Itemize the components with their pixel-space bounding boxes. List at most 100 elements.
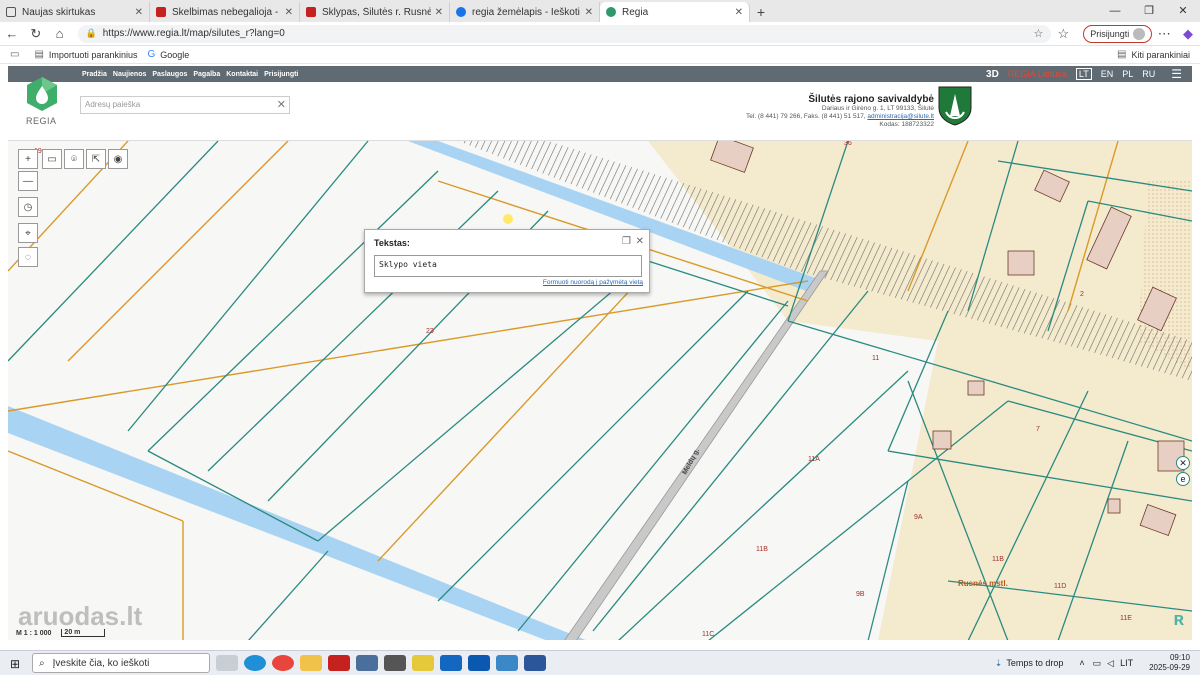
pin-icon[interactable]: ⌾ xyxy=(64,149,84,169)
history-icon[interactable]: ◷ xyxy=(18,197,38,217)
regia-icon xyxy=(606,7,616,17)
tab-2[interactable]: Sklypas, Šilutės r. Rusnės mstl. La✕ xyxy=(300,2,450,22)
maximize-icon[interactable]: ❐ xyxy=(622,236,631,247)
popup-textarea[interactable]: Sklypo vieta xyxy=(374,255,642,277)
url-field[interactable]: 🔒 https://www.regia.lt/map/silutes_r?lan… xyxy=(77,24,1052,43)
tab-1[interactable]: Skelbimas nebegalioja - laikospre✕ xyxy=(150,2,300,22)
calculator-icon[interactable] xyxy=(384,655,406,671)
taskview-icon[interactable] xyxy=(216,655,238,671)
info-icon[interactable]: e xyxy=(1176,472,1190,486)
zoom-out-button[interactable]: — xyxy=(18,171,38,191)
network-icon[interactable]: ▭ xyxy=(1093,658,1102,669)
lasso-icon[interactable]: ◌ xyxy=(18,247,38,267)
menu-icon[interactable]: ☰ xyxy=(1171,67,1182,81)
lock-icon[interactable]: 🔒 xyxy=(86,28,97,39)
measure-icon[interactable]: ▭ xyxy=(42,149,62,169)
close-icon[interactable]: ✕ xyxy=(636,236,644,247)
tab-0[interactable]: Naujas skirtukas ✕ xyxy=(0,2,150,22)
explorer-icon[interactable] xyxy=(300,655,322,671)
locate-icon[interactable]: ⌖ xyxy=(18,223,38,243)
copilot-icon[interactable]: ◆ xyxy=(1176,26,1200,42)
signin-button[interactable]: Prisijungti xyxy=(1083,24,1153,43)
email-link[interactable]: administracija@silute.lt xyxy=(867,113,934,120)
close-icon[interactable]: ✕ xyxy=(735,7,743,18)
nav-naujienos[interactable]: Naujienos xyxy=(113,71,146,78)
tray-arrow-icon[interactable]: ˄ xyxy=(1079,658,1084,668)
outlook-icon[interactable] xyxy=(440,655,462,671)
nav-prisijungti[interactable]: Prisijungti xyxy=(264,71,298,78)
outlook-classic-icon[interactable] xyxy=(468,655,490,671)
close-window-icon[interactable]: ✕ xyxy=(1166,0,1200,22)
reload-icon[interactable]: ↻ xyxy=(24,26,48,42)
lang-pl[interactable]: PL xyxy=(1122,69,1133,79)
map-scale: M 1 : 1 000 20 m xyxy=(16,629,106,637)
weather-icon[interactable]: ⇣ xyxy=(995,658,1003,669)
place-label: Rusnės mstl. xyxy=(958,579,1008,588)
lang-ru[interactable]: RU xyxy=(1142,69,1155,79)
municipality-info: Šilutės rajono savivaldybė Dariaus ir Gi… xyxy=(746,94,934,128)
nav-paslaugos[interactable]: Paslaugos xyxy=(152,71,187,78)
more-icon[interactable]: ⋯ xyxy=(1152,26,1176,42)
maximize-icon[interactable]: ❐ xyxy=(1132,0,1166,22)
zoom-in-button[interactable]: + xyxy=(18,149,38,169)
address-bar: ← ↻ ⌂ 🔒 https://www.regia.lt/map/silutes… xyxy=(0,22,1200,46)
map-canvas[interactable]: 23 11 11A 9A 11B 11B 11D 9B 11E 11C 7 2 … xyxy=(8,140,1192,640)
chrome-icon[interactable] xyxy=(272,655,294,671)
bookmark-import[interactable]: ▤ Importuoti parankinius xyxy=(34,49,137,60)
parcel-label: 11B xyxy=(756,546,768,553)
close-icon[interactable]: ✕ xyxy=(585,7,593,18)
close-icon[interactable]: ✕ xyxy=(135,7,143,18)
tab-3[interactable]: regia žemėlapis - Ieškoti ✕ xyxy=(450,2,600,22)
crest-icon xyxy=(938,86,972,126)
3d-toggle[interactable]: 3D xyxy=(986,69,999,80)
volume-icon[interactable]: ◁ xyxy=(1107,658,1114,669)
folder-icon: ▤ xyxy=(1117,49,1127,60)
avatar xyxy=(1133,27,1146,40)
clock[interactable]: 09:10 2025-09-29 xyxy=(1149,653,1190,673)
minimize-icon[interactable]: — xyxy=(1098,0,1132,22)
page-icon xyxy=(6,7,16,17)
lang-lt[interactable]: LT xyxy=(1075,68,1092,80)
brand-link[interactable]: REGIA Lietuva xyxy=(1008,69,1067,79)
parcel-label: 7 xyxy=(1036,426,1040,433)
taskbar-search[interactable]: ⌕ Įveskite čia, ko ieškoti xyxy=(32,653,210,673)
close-icon[interactable]: ✕ xyxy=(435,7,443,18)
word-icon[interactable] xyxy=(524,655,546,671)
windows-taskbar: ⊞ ⌕ Įveskite čia, ko ieškoti ⇣ Temps to d… xyxy=(0,650,1200,675)
nav-kontaktai[interactable]: Kontaktai xyxy=(226,71,258,78)
other-bookmarks[interactable]: ▤ Kiti parankiniai xyxy=(1117,49,1190,60)
acrobat-icon[interactable] xyxy=(328,655,350,671)
app2-icon[interactable] xyxy=(496,655,518,671)
window-controls: — ❐ ✕ xyxy=(1098,0,1200,22)
nav-pradzia[interactable]: Pradžia xyxy=(82,71,107,78)
windows-start-icon[interactable]: ⊞ xyxy=(10,657,20,671)
back-icon[interactable]: ← xyxy=(0,26,24,41)
close-panel-icon[interactable]: ✕ xyxy=(1176,456,1190,470)
new-tab-button[interactable]: + xyxy=(750,2,772,22)
permalink-link[interactable]: Formuoti nuorodą į pažymėtą vietą xyxy=(543,279,643,286)
lang-en[interactable]: EN xyxy=(1101,69,1114,79)
tab-4[interactable]: Regia ✕ xyxy=(600,2,750,22)
share-icon[interactable]: ⇱ xyxy=(86,149,106,169)
target-icon[interactable]: ◉ xyxy=(108,149,128,169)
address-search-input[interactable]: Adresų paieška ✕ xyxy=(80,96,290,114)
system-tray: ⇣ Temps to drop ˄ ▭ ◁ LIT 09:10 2025-09-… xyxy=(994,653,1190,673)
cadastral-map[interactable]: 23 11 11A 9A 11B 11B 11D 9B 11E 11C 7 2 … xyxy=(8,141,1192,640)
edge-icon[interactable] xyxy=(244,655,266,671)
favorites-icon[interactable]: ☆ xyxy=(1051,26,1075,42)
clear-icon[interactable]: ✕ xyxy=(277,98,286,111)
regia-logo-icon[interactable] xyxy=(24,76,60,112)
popup-title: Tekstas: xyxy=(374,238,410,248)
text-popup: Tekstas: ❐ ✕ Sklypo vieta Formuoti nuoro… xyxy=(364,229,650,293)
star-icon[interactable]: ☆ xyxy=(1034,27,1044,40)
location-marker[interactable] xyxy=(503,214,513,224)
parcel-label: 23 xyxy=(426,328,434,335)
nav-right: 3D REGIA Lietuva LT EN PL RU ☰ xyxy=(977,66,1182,82)
close-icon[interactable]: ✕ xyxy=(285,7,293,18)
app-icon[interactable] xyxy=(356,655,378,671)
bookmark-google[interactable]: G Google xyxy=(147,49,189,60)
home-icon[interactable]: ⌂ xyxy=(48,26,72,41)
nav-pagalba[interactable]: Pagalba xyxy=(193,71,220,78)
sticky-notes-icon[interactable] xyxy=(412,655,434,671)
aruodas-icon xyxy=(306,7,316,17)
